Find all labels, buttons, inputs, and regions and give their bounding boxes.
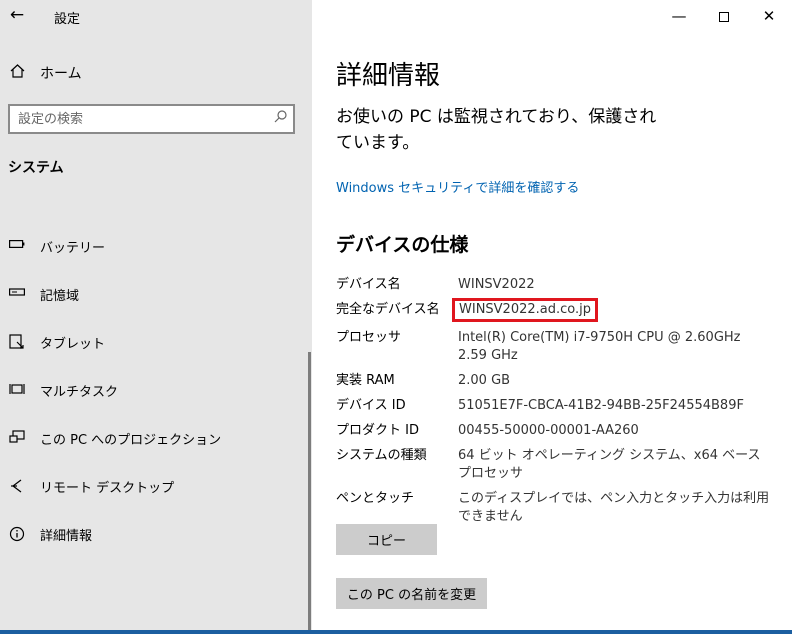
search-box[interactable]	[8, 104, 295, 134]
spec-value-highlighted: WINSV2022.ad.co.jp	[452, 298, 598, 322]
spec-value: 00455-50000-00001-AA260	[458, 423, 639, 438]
sidebar-item-tablet[interactable]: タブレット	[0, 318, 312, 366]
tablet-icon	[8, 334, 26, 350]
protection-status-text: お使いの PC は監視されており、保護されています。	[336, 107, 657, 153]
spec-row-full-device-name: 完全なデバイス名 WINSV2022.ad.co.jp	[336, 298, 776, 322]
home-icon	[8, 64, 26, 82]
spec-value-wrapper: WINSV2022.ad.co.jp	[452, 298, 776, 322]
sidebar-item-about[interactable]: 詳細情報	[0, 510, 312, 558]
multitasking-icon	[8, 382, 26, 398]
sidebar-item-home[interactable]: ホーム	[8, 62, 308, 84]
maximize-icon	[719, 11, 729, 22]
spec-row-device-id: デバイス ID 51051E7F-CBCA-41B2-94BB-25F24554…	[336, 397, 776, 415]
sidebar-item-label: ホーム	[40, 66, 82, 82]
maximize-button[interactable]	[701, 0, 747, 32]
spec-key: プロセッサ	[336, 330, 402, 345]
sidebar-item-label: この PC へのプロジェクション	[40, 432, 222, 448]
page-title: 詳細情報	[336, 61, 441, 91]
spec-value: 2.00 GB	[458, 373, 511, 388]
title-bar: ← 設定	[0, 0, 312, 32]
spec-row-ram: 実装 RAM 2.00 GB	[336, 372, 776, 390]
spec-value: Intel(R) Core(TM) i7-9750H CPU @ 2.60GHz…	[458, 330, 753, 363]
sidebar-item-label: マルチタスク	[40, 384, 119, 400]
device-specs-table: デバイス名 WINSV2022 完全なデバイス名 WINSV2022.ad.co…	[336, 276, 776, 526]
sidebar-item-battery[interactable]: バッテリー	[0, 222, 312, 270]
spec-row-processor: プロセッサ Intel(R) Core(TM) i7-9750H CPU @ 2…	[336, 329, 776, 365]
spec-row-product-id: プロダクト ID 00455-50000-00001-AA260	[336, 422, 776, 440]
search-input[interactable]	[10, 106, 250, 132]
close-button[interactable]: ✕	[746, 0, 792, 32]
spec-key: プロダクト ID	[336, 423, 419, 438]
copy-button[interactable]: コピー	[336, 524, 437, 555]
sidebar-item-storage[interactable]: 記憶域	[0, 270, 312, 318]
section-title: システム	[8, 160, 64, 176]
sidebar-item-label: バッテリー	[40, 240, 106, 256]
spec-key: 完全なデバイス名	[336, 302, 440, 317]
spec-value: 51051E7F-CBCA-41B2-94BB-25F24554B89F	[458, 398, 744, 413]
spec-value: このディスプレイでは、ペン入力とタッチ入力は利用できません	[458, 491, 770, 524]
spec-key: デバイス名	[336, 277, 401, 292]
sidebar-item-label: 詳細情報	[40, 528, 93, 544]
sidebar-item-multitasking[interactable]: マルチタスク	[0, 366, 312, 414]
search-icon[interactable]	[274, 110, 287, 127]
battery-icon	[8, 238, 26, 254]
sidebar: ← 設定 ホーム システム バッテリー 記憶域	[0, 0, 312, 634]
taskbar-edge	[0, 630, 792, 634]
spec-row-device-name: デバイス名 WINSV2022	[336, 276, 776, 294]
spec-row-system-type: システムの種類 64 ビット オペレーティング システム、x64 ベース プロセ…	[336, 447, 776, 483]
sidebar-item-remote-desktop[interactable]: リモート デスクトップ	[0, 462, 312, 510]
spec-key: ペンとタッチ	[336, 491, 415, 506]
spec-row-pen-touch: ペンとタッチ このディスプレイでは、ペン入力とタッチ入力は利用できません	[336, 490, 776, 526]
device-specs-heading: デバイスの仕様	[336, 234, 469, 256]
sidebar-item-label: リモート デスクトップ	[40, 480, 175, 496]
sidebar-item-label: タブレット	[40, 336, 106, 352]
back-arrow-icon[interactable]: ←	[6, 4, 28, 26]
spec-value: WINSV2022	[458, 277, 535, 292]
spec-key: システムの種類	[336, 448, 427, 463]
minimize-button[interactable]: —	[656, 0, 702, 32]
remote-desktop-icon	[8, 478, 26, 494]
spec-key: デバイス ID	[336, 398, 406, 413]
projection-icon	[8, 430, 26, 446]
sidebar-item-projection[interactable]: この PC へのプロジェクション	[0, 414, 312, 462]
sidebar-nav: バッテリー 記憶域 タブレット マルチタスク この PC へのプロジェクション	[0, 222, 312, 558]
sidebar-scrollbar[interactable]	[308, 352, 311, 630]
spec-key: 実装 RAM	[336, 373, 395, 388]
storage-icon	[8, 286, 26, 302]
window-title: 設定	[54, 12, 81, 27]
security-details-link[interactable]: Windows セキュリティで詳細を確認する	[336, 177, 579, 196]
info-icon	[8, 526, 26, 542]
rename-pc-button[interactable]: この PC の名前を変更	[336, 578, 487, 609]
sidebar-item-label: 記憶域	[40, 288, 80, 304]
spec-value: 64 ビット オペレーティング システム、x64 ベース プロセッサ	[458, 448, 761, 481]
